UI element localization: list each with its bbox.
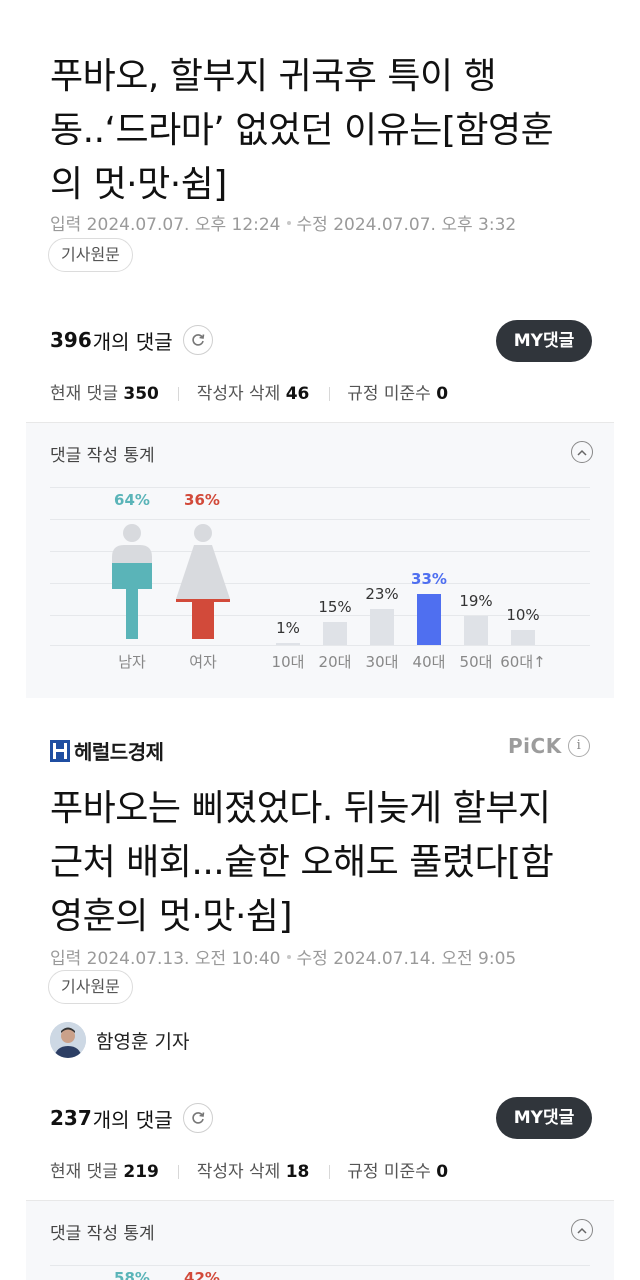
comment-count-label: 개의 댓글 (92, 1107, 173, 1132)
title-line: 의 멋·맛·쉼] (50, 164, 227, 205)
title-line: 푸바오는 삐졌었다. 뒤늦게 할부지 (50, 788, 551, 829)
violation-label: 규정 미준수 (347, 1162, 431, 1182)
age-bar (511, 629, 535, 645)
gridline (50, 519, 590, 520)
violation-value: 0 (436, 384, 449, 404)
male-percent: 64% (114, 491, 150, 509)
article-title: 푸바오, 할부지 귀국후 특이 행 동..‘드라마’ 없었던 이유는[함영훈 의… (50, 50, 610, 212)
my-comments-button[interactable]: MY댓글 (496, 320, 592, 362)
original-article-button[interactable]: 기사원문 (48, 238, 133, 272)
press-logo[interactable]: 헤럴드경제 (50, 736, 164, 765)
reporter[interactable]: 함영훈 기자 (50, 1022, 189, 1058)
reporter-name: 함영훈 기자 (96, 1030, 190, 1053)
deleted-value: 46 (285, 384, 310, 404)
age-bar (276, 643, 300, 645)
age-category-label: 60대↑ (500, 653, 546, 671)
divider (178, 387, 180, 401)
title-line: 동..‘드라마’ 없었던 이유는[함영훈 (50, 110, 554, 151)
female-percent: 42% (184, 1269, 220, 1280)
age-bar (464, 615, 488, 645)
refresh-icon[interactable] (182, 325, 213, 355)
current-comments-value: 219 (123, 1162, 159, 1182)
comment-count-number: 237 (50, 1106, 92, 1130)
female-figure-icon (176, 524, 230, 639)
male-figure-icon (112, 524, 152, 639)
input-date: 입력 2024.07.07. 오후 12:24 (50, 215, 281, 235)
current-comments-value: 350 (123, 384, 159, 404)
press-name: 헤럴드경제 (74, 740, 164, 764)
gridline (50, 487, 590, 488)
age-bar (417, 593, 441, 645)
age-percent-label: 1% (276, 619, 300, 638)
age-bar (323, 621, 347, 645)
divider (328, 387, 330, 401)
title-line: 영훈의 멋·맛·쉼] (50, 896, 293, 937)
age-percent-label: 23% (365, 585, 399, 604)
violation-value: 0 (436, 1162, 449, 1182)
stats-title: 댓글 작성 통계 (50, 1224, 155, 1244)
title-line: 근처 배회...숱한 오해도 풀렸다[함 (50, 842, 554, 883)
edit-date: 수정 2024.07.14. 오전 9:05 (296, 949, 517, 969)
current-comments-label: 현재 댓글 (50, 1162, 118, 1182)
deleted-label: 작성자 삭제 (196, 384, 281, 404)
gridline (50, 1265, 590, 1266)
male-label: 남자 (118, 653, 146, 671)
edit-date: 수정 2024.07.07. 오후 3:32 (296, 215, 517, 235)
separator-dot (286, 955, 291, 959)
pick-badge[interactable]: PiCK i (508, 734, 590, 758)
my-comments-button[interactable]: MY댓글 (496, 1097, 592, 1139)
reporter-avatar (50, 1022, 86, 1058)
comment-stats-row: 현재 댓글 350 작성자 삭제 46 규정 미준수 0 (50, 379, 448, 404)
input-date: 입력 2024.07.13. 오전 10:40 (50, 949, 281, 969)
current-comments-label: 현재 댓글 (50, 384, 118, 404)
collapse-icon[interactable] (571, 441, 593, 463)
comment-count-label: 개의 댓글 (92, 329, 173, 354)
comment-count: 396 개의 댓글 (50, 320, 213, 360)
comment-statistics-panel: 댓글 작성 통계 64% 36% 남자 여자 1% 10대 15% 20대 23% 30대… (26, 422, 614, 698)
comment-count-number: 396 (50, 328, 92, 352)
male-percent: 58% (114, 1269, 150, 1280)
comment-count: 237 개의 댓글 (50, 1098, 213, 1138)
stats-title: 댓글 작성 통계 (50, 446, 155, 466)
pick-label: PiCK (508, 734, 562, 758)
refresh-icon[interactable] (182, 1103, 213, 1133)
press-logo-icon (50, 739, 70, 762)
gridline (50, 645, 590, 646)
comment-statistics-panel: 댓글 작성 통계 58% 42% (26, 1200, 614, 1280)
original-article-button[interactable]: 기사원문 (48, 970, 133, 1004)
info-icon[interactable]: i (567, 735, 590, 757)
age-percent-label: 33% (411, 569, 447, 588)
divider (178, 1165, 180, 1179)
female-percent: 36% (184, 491, 220, 509)
violation-label: 규정 미준수 (347, 384, 431, 404)
age-bar (370, 609, 394, 645)
collapse-icon[interactable] (571, 1219, 593, 1241)
article-dates: 입력 2024.07.13. 오전 10:40 수정 2024.07.14. 오전… (50, 944, 516, 969)
title-line: 푸바오, 할부지 귀국후 특이 행 (50, 56, 497, 97)
female-label: 여자 (189, 653, 217, 671)
comment-stats-row: 현재 댓글 219 작성자 삭제 18 규정 미준수 0 (50, 1157, 448, 1182)
deleted-label: 작성자 삭제 (196, 1162, 281, 1182)
article-title: 푸바오는 삐졌었다. 뒤늦게 할부지 근처 배회...숱한 오해도 풀렸다[함 … (50, 782, 610, 944)
age-percent-label: 10% (506, 605, 540, 624)
article-dates: 입력 2024.07.07. 오후 12:24 수정 2024.07.07. 오후… (50, 210, 516, 235)
deleted-value: 18 (285, 1162, 310, 1182)
divider (328, 1165, 330, 1179)
separator-dot (286, 221, 291, 225)
